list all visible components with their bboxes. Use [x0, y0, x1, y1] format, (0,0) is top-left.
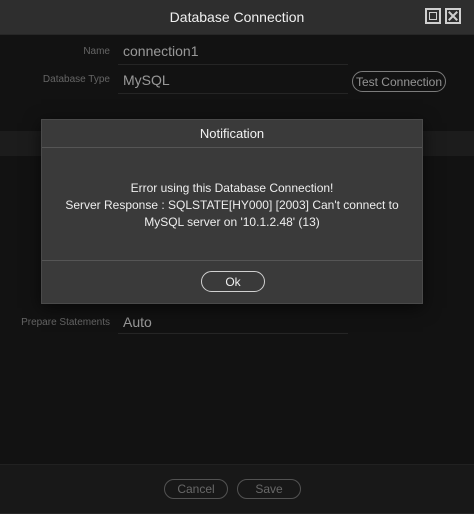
- close-icon[interactable]: [445, 8, 461, 24]
- dialog-message: Error using this Database Connection! Se…: [42, 180, 422, 231]
- maximize-icon[interactable]: [425, 8, 441, 24]
- ok-button[interactable]: Ok: [201, 271, 265, 292]
- dialog-separator: [42, 260, 422, 261]
- dialog-message-line: MySQL server on '10.1.2.48' (13): [144, 215, 320, 229]
- title-bar: Database Connection: [0, 0, 474, 35]
- dialog-title: Notification: [199, 126, 265, 141]
- notification-dialog: Notification Error using this Database C…: [41, 119, 423, 304]
- window-title: Database Connection: [169, 9, 305, 25]
- dialog-header: Notification: [42, 120, 422, 148]
- dialog-message-line: Server Response : SQLSTATE[HY000] [2003]…: [65, 198, 399, 212]
- dialog-message-line: Error using this Database Connection!: [130, 181, 334, 195]
